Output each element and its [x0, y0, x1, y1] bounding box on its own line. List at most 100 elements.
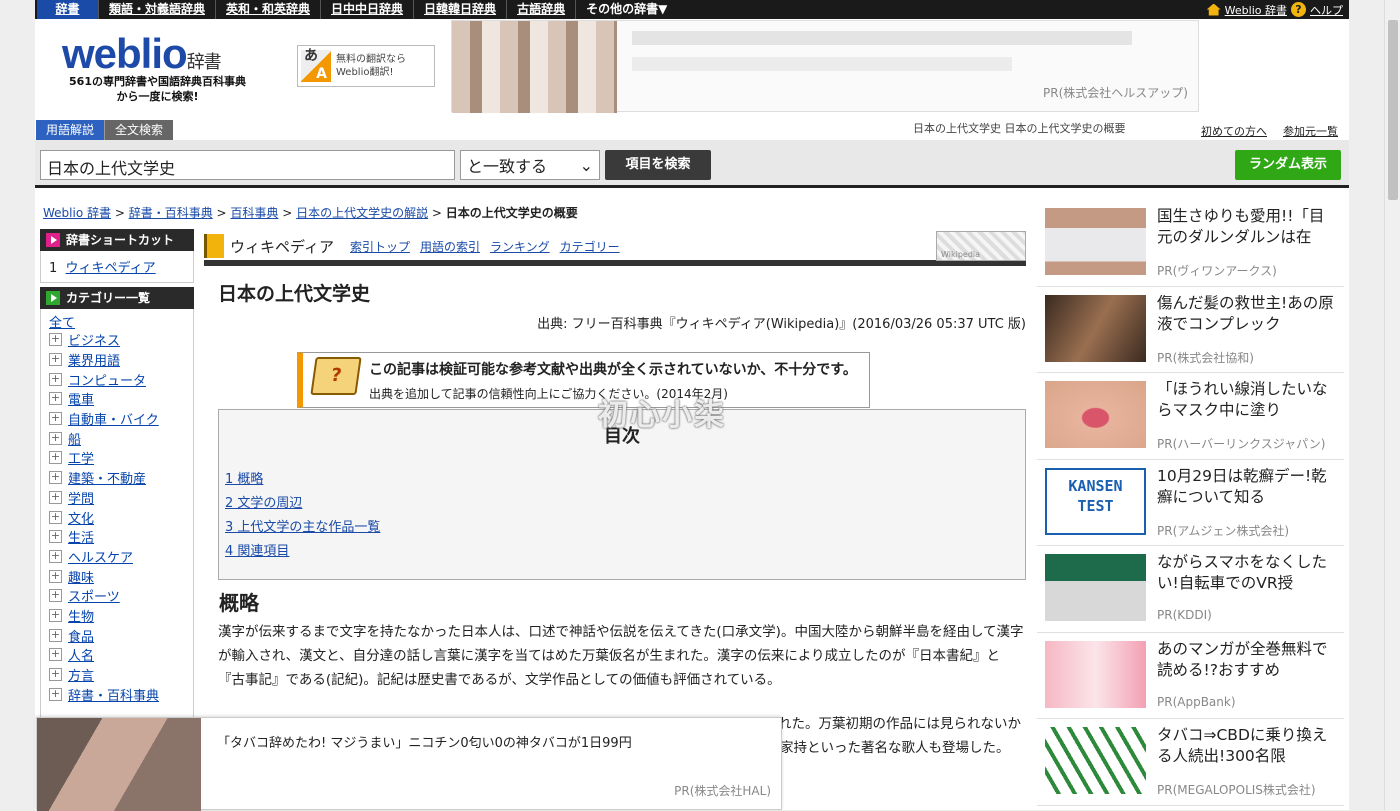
- expand-icon[interactable]: +: [49, 648, 62, 662]
- top-crumb: 日本の上代文学史 日本の上代文学史の概要: [913, 122, 1126, 135]
- expand-icon[interactable]: +: [49, 412, 62, 426]
- left-sidebar: 辞書ショートカット 1 ウィキペディア カテゴリー一覧 全て + ビジネス + 業界…: [40, 229, 194, 719]
- beginners-link[interactable]: 初めての方へ: [1201, 123, 1267, 139]
- breadcrumb: Weblio 辞書 > 辞書・百科事典 > 百科事典 > 日本の上代文学史の解説…: [43, 206, 578, 220]
- nav-dictionary[interactable]: 辞書: [37, 0, 99, 19]
- translate-banner[interactable]: あA 無料の翻訳なら Weblio翻訳!: [297, 45, 435, 87]
- nav-chinese[interactable]: 日中中日辞典: [321, 0, 415, 19]
- index-top-link[interactable]: 索引トップ: [350, 238, 410, 255]
- article-paragraph: 漢字が伝来するまで文字を持たなかった日本人は、口述で神話や伝説を伝えてきた(口承…: [218, 624, 1024, 688]
- expand-icon[interactable]: +: [49, 353, 62, 367]
- ad-item[interactable]: 「ほうれい線消したいならマスク中に塗り PR(ハーバーリンクスジャパン): [1037, 373, 1344, 460]
- table-of-contents: 目次 1 概略 2 文学の周辺 3 上代文学の主な作品一覧 4 関連項目: [218, 409, 1026, 580]
- ad-image: [37, 718, 201, 811]
- nav-thesaurus[interactable]: 類語・対義語辞典: [99, 0, 217, 19]
- ad-text: 「タバコ辞めたわ! マジうまい」ニコチン0匂い0の神タバコが1日99円: [217, 736, 632, 751]
- ad-image: [1045, 554, 1146, 621]
- nav-other-dropdown[interactable]: その他の辞書▼: [576, 0, 677, 19]
- toc-item[interactable]: 3 上代文学の主な作品一覧: [225, 516, 380, 540]
- ad-item[interactable]: ながらスマホをなくしたい!自転車でのVR授 PR(KDDI): [1037, 546, 1344, 633]
- expand-icon[interactable]: +: [49, 668, 62, 682]
- expand-icon[interactable]: +: [49, 471, 62, 485]
- category-item: + 辞書・百科事典: [49, 686, 160, 704]
- expand-icon[interactable]: +: [49, 490, 62, 504]
- ad-image: [1045, 727, 1146, 794]
- ad-item[interactable]: タバコ⇒CBDに乗り換える人続出!300名限 PR(MEGALOPOLIS株式会社…: [1037, 719, 1344, 806]
- random-button[interactable]: ランダム表示: [1235, 150, 1341, 180]
- expand-icon[interactable]: +: [49, 372, 62, 386]
- ad-image: [452, 21, 617, 113]
- category-item: + 工学: [49, 450, 95, 468]
- breadcrumb-link[interactable]: 日本の上代文学史の解説: [296, 206, 428, 220]
- toc-item[interactable]: 1 概略: [225, 468, 380, 492]
- category-item: + 方言: [49, 667, 95, 685]
- expand-icon[interactable]: +: [49, 608, 62, 622]
- home-icon: [1206, 3, 1221, 16]
- expand-icon[interactable]: +: [49, 549, 62, 563]
- article-title: 日本の上代文学史: [218, 283, 371, 305]
- chevron-down-icon: ⌄: [579, 155, 593, 175]
- wikipedia-title: ウィキペディア: [230, 237, 334, 256]
- help-link[interactable]: ヘルプ: [1310, 2, 1343, 18]
- expand-icon[interactable]: +: [49, 431, 62, 445]
- breadcrumb-link[interactable]: 百科事典: [230, 206, 278, 220]
- ranking-link[interactable]: ランキング: [490, 238, 550, 255]
- expand-icon[interactable]: +: [49, 392, 62, 406]
- expand-icon[interactable]: +: [49, 510, 62, 524]
- nav-english[interactable]: 英和・和英辞典: [216, 0, 322, 19]
- shortcut-wikipedia[interactable]: ウィキペディア: [66, 261, 156, 276]
- top-ad-banner[interactable]: PR(株式会社ヘルスアップ): [451, 20, 1199, 113]
- scrollbar-thumb[interactable]: [1388, 20, 1398, 200]
- tab-definitions[interactable]: 用語解説: [36, 120, 105, 140]
- top-right-links: Weblio 辞書 ? ヘルプ: [1206, 2, 1349, 18]
- category-item: + ビジネス: [49, 332, 121, 350]
- ad-item[interactable]: 傷んだ髪の救世主!あの原液でコンプレック PR(株式会社協和): [1037, 286, 1344, 373]
- expand-icon[interactable]: +: [49, 569, 62, 583]
- breadcrumb-link[interactable]: Weblio 辞書: [43, 206, 111, 220]
- play-icon: [46, 233, 60, 247]
- breadcrumb-link[interactable]: 辞書・百科事典: [129, 206, 213, 220]
- expand-icon[interactable]: +: [49, 687, 62, 701]
- expand-icon[interactable]: +: [49, 451, 62, 465]
- term-index-link[interactable]: 用語の索引: [420, 238, 480, 255]
- ad-blurred-text: [632, 31, 1132, 45]
- toc-item[interactable]: 4 関連項目: [225, 540, 380, 564]
- question-book-icon: ?: [310, 357, 362, 395]
- weblio-logo[interactable]: weblio辞書: [62, 30, 222, 78]
- tab-fulltext[interactable]: 全文検索: [104, 120, 174, 140]
- bottom-ad[interactable]: 「タバコ辞めたわ! マジうまい」ニコチン0匂い0の神タバコが1日99円 PR(株…: [36, 717, 782, 811]
- expand-icon[interactable]: +: [49, 333, 62, 347]
- logo-subtitle: 561の専門辞書や国語辞典百科事典 から一度に検索!: [69, 75, 246, 103]
- category-link[interactable]: カテゴリー: [560, 238, 620, 255]
- ad-item[interactable]: 国生さゆりも愛用!!「目元のダルンダルンは在 PR(ヴィワンアークス): [1037, 200, 1344, 287]
- toc-item[interactable]: 2 文学の周辺: [225, 492, 380, 516]
- nav-korean[interactable]: 日韓韓日辞典: [414, 0, 508, 19]
- match-mode-select[interactable]: と一致する ⌄: [460, 150, 600, 180]
- notice-box: ? この記事は検証可能な参考文献や出典が全く示されていないか、不十分です。 出典…: [297, 352, 870, 408]
- book-icon: [204, 234, 224, 258]
- ad-pr-label: PR(株式会社ヘルスアップ): [1043, 86, 1188, 100]
- expand-icon[interactable]: +: [49, 628, 62, 642]
- category-item: + 生物: [49, 607, 95, 625]
- search-input[interactable]: 日本の上代文学史: [40, 150, 455, 180]
- sources-link[interactable]: 参加元一覧: [1283, 123, 1338, 139]
- help-icon[interactable]: ?: [1291, 2, 1306, 17]
- nav-classical[interactable]: 古語辞典: [507, 0, 577, 19]
- category-item: + 建築・不動産: [49, 470, 147, 488]
- breadcrumb-current: 日本の上代文学史の概要: [445, 206, 578, 220]
- search-tabs: 用語解説 全文検索: [36, 120, 174, 140]
- category-header: カテゴリー一覧: [40, 287, 194, 309]
- expand-icon[interactable]: +: [49, 589, 62, 603]
- ad-item[interactable]: あのマンガが全巻無料で読める!?おすすめ PR(AppBank): [1037, 632, 1344, 719]
- category-all[interactable]: 全て: [49, 316, 75, 331]
- search-button[interactable]: 項目を検索: [605, 150, 711, 180]
- shortcut-header: 辞書ショートカット: [40, 229, 194, 251]
- article-source: 出典: フリー百科事典『ウィキペディア(Wikipedia)』(2016/03/…: [537, 317, 1026, 332]
- page-scrollbar[interactable]: [1384, 0, 1400, 810]
- category-item: + 船: [49, 430, 82, 448]
- ad-item[interactable]: KANSEN TEST 10月29日は乾癬デー!乾癬について知る PR(アムジェン株式…: [1037, 459, 1344, 546]
- expand-icon[interactable]: +: [49, 530, 62, 544]
- wikipedia-logo[interactable]: Wikipedia: [936, 231, 1026, 261]
- weblio-home-link[interactable]: Weblio 辞書: [1225, 2, 1287, 18]
- ad-image: [1045, 640, 1146, 708]
